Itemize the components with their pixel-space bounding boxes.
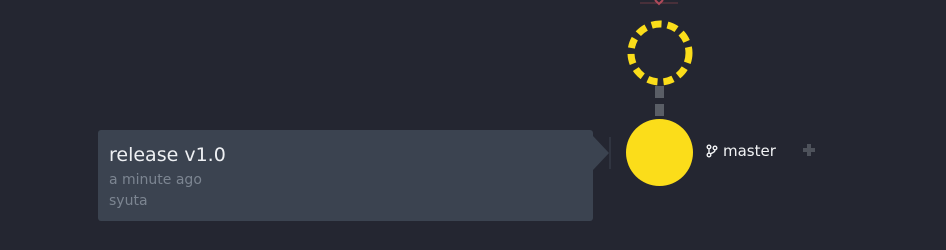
incoming-arrow-icon (640, 0, 678, 6)
git-branch-icon (706, 144, 718, 158)
card-pointer-arrow (593, 136, 611, 170)
branch-name: master (723, 142, 776, 160)
branch-label-master[interactable]: master (706, 141, 776, 161)
commit-author: syuta (109, 193, 148, 209)
plus-icon[interactable] (802, 143, 816, 157)
pending-commit-node[interactable] (626, 20, 694, 88)
git-graph-view: release v1.0 a minute ago syuta master (0, 0, 946, 250)
graph-connector-line (655, 86, 664, 116)
commit-node[interactable] (626, 119, 693, 186)
commit-title: release v1.0 (109, 144, 226, 166)
commit-card[interactable]: release v1.0 a minute ago syuta (98, 130, 593, 221)
commit-time: a minute ago (109, 172, 202, 188)
